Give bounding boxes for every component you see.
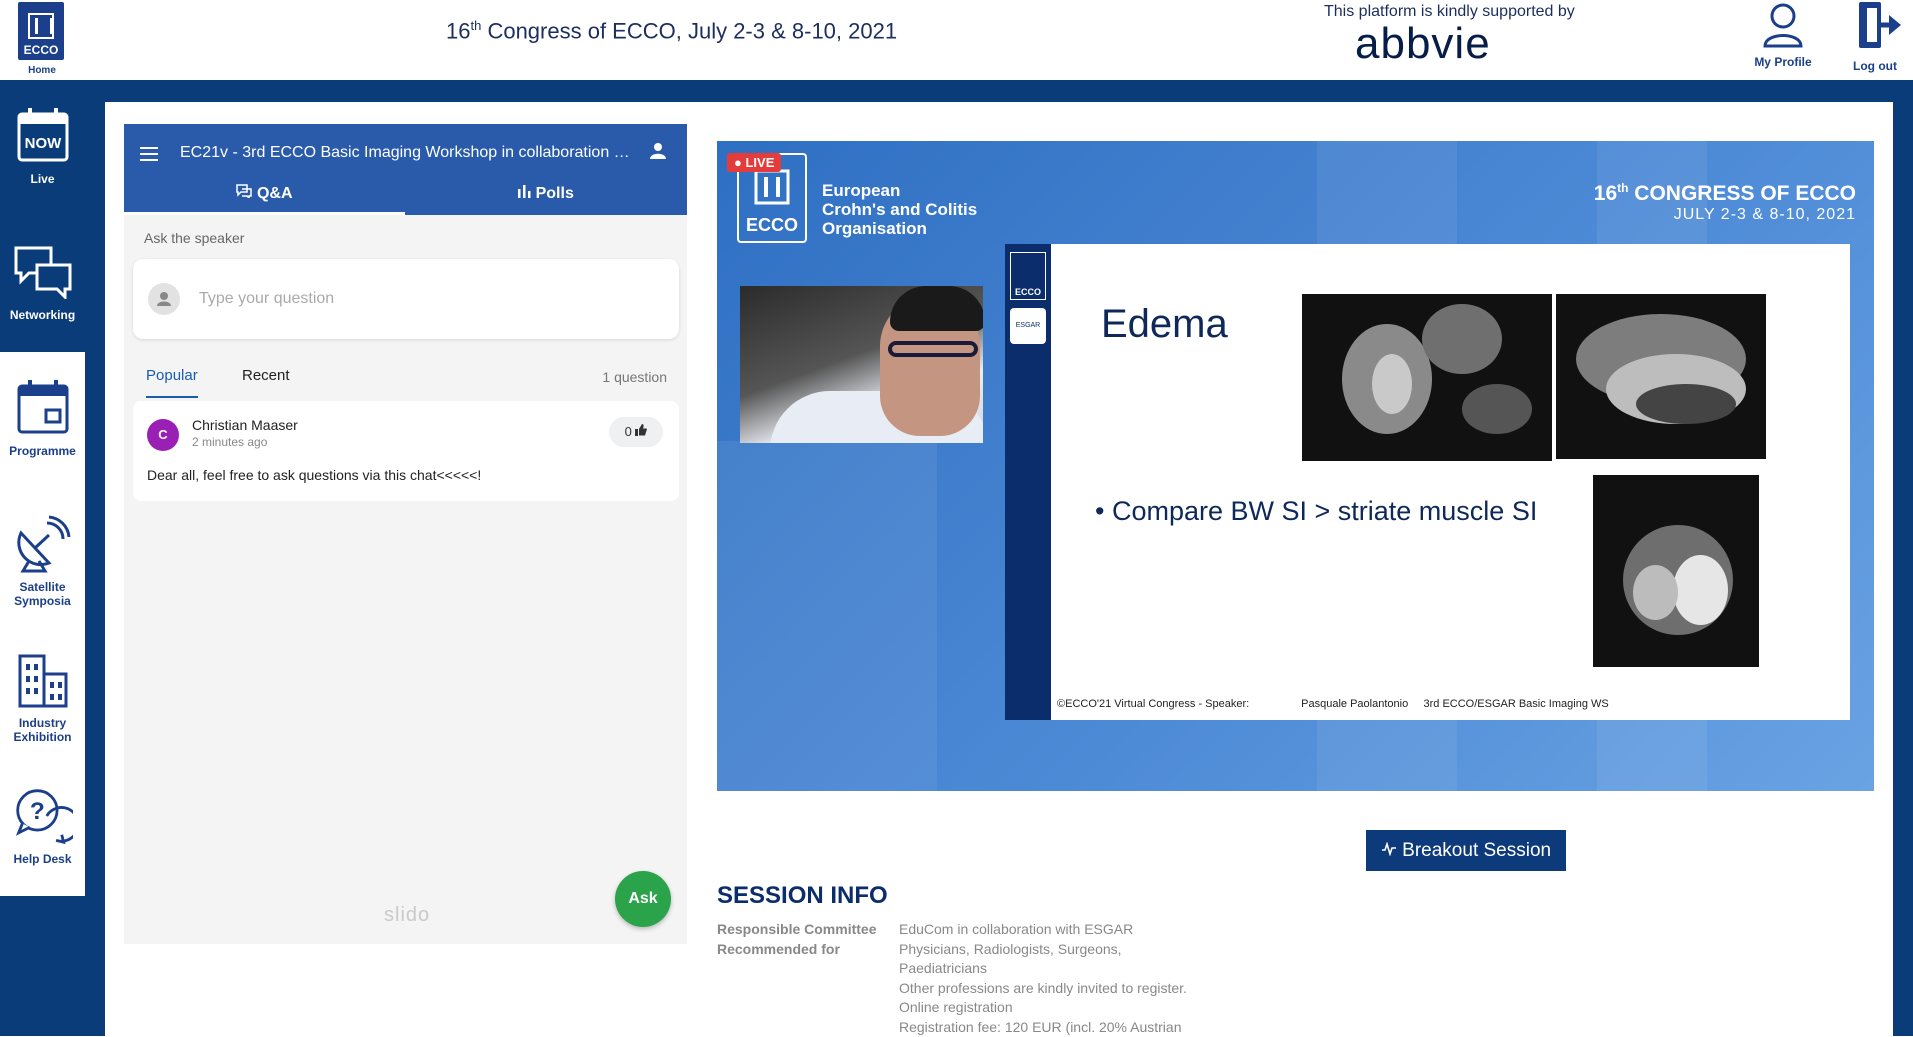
sidebar-item-networking[interactable]: Networking — [0, 216, 85, 352]
mri-image — [1302, 294, 1552, 461]
account-icon[interactable] — [649, 142, 667, 165]
question-count: 1 question — [602, 369, 667, 385]
author-name: Christian Maaser — [192, 417, 298, 433]
logout-icon — [1847, 0, 1903, 52]
sidebar-item-programme[interactable]: Programme — [0, 352, 85, 488]
qa-icon — [236, 185, 256, 202]
avatar: C — [147, 419, 179, 451]
slide-ecco-logo: ECCO — [1010, 252, 1046, 300]
sidebar-item-satellite-symposia[interactable]: Satellite Symposia — [0, 488, 85, 624]
session-info-heading: SESSION INFO — [717, 882, 888, 910]
slide-footer: ©ECCO'21 Virtual Congress - Speaker: Pas… — [1057, 698, 1609, 710]
question-card: C Christian Maaser 2 minutes ago 0 Dear … — [133, 401, 679, 501]
thumbs-up-icon — [635, 424, 647, 439]
tab-recent[interactable]: Recent — [242, 367, 290, 384]
sidebar-item-industry-exhibition[interactable]: Industry Exhibition — [0, 624, 85, 760]
logout-button[interactable]: Log out — [1840, 0, 1910, 73]
calendar-icon — [13, 378, 73, 438]
question-input[interactable] — [199, 285, 649, 313]
ask-button[interactable]: Ask — [615, 871, 671, 927]
slido-logo: slido — [384, 904, 430, 927]
ecco-logo: ECCO — [18, 2, 64, 60]
session-value: Physicians, Radiologists, Surgeons, — [899, 940, 1122, 960]
sidebar-item-label: Live — [0, 172, 85, 186]
sidebar: NOW Live Networking Programme — [0, 80, 85, 1036]
mri-image — [1556, 294, 1766, 459]
slide-sidebar: ECCO ESGAR — [1005, 244, 1051, 720]
tab-qa[interactable]: Q&A — [124, 184, 405, 215]
session-value: Other professions are kindly invited to … — [899, 979, 1187, 999]
chat-bubbles-icon — [13, 242, 73, 302]
session-value: EduCom in collaboration with ESGAR — [899, 920, 1133, 940]
slide-congress-dates: JULY 2-3 & 8-10, 2021 — [1674, 206, 1856, 224]
sidebar-item-label: Industry Exhibition — [13, 716, 73, 744]
event-title: EC21v - 3rd ECCO Basic Imaging Workshop … — [180, 144, 630, 162]
frame-right — [1893, 80, 1913, 1036]
anonymous-avatar-icon — [148, 283, 180, 315]
like-count: 0 — [625, 424, 632, 439]
top-header: ECCO Home 16th Congress of ECCO, July 2-… — [0, 0, 1913, 80]
buildings-icon — [13, 650, 73, 710]
menu-icon[interactable] — [140, 142, 160, 168]
help-bubble-icon: ? — [13, 786, 73, 846]
home-label: Home — [28, 65, 56, 76]
my-profile-label: My Profile — [1748, 55, 1818, 69]
sidebar-item-label: Satellite Symposia — [13, 580, 73, 608]
pulse-icon — [1381, 840, 1402, 861]
session-key: Recommended for — [717, 940, 840, 960]
sidebar-item-live[interactable]: NOW Live — [0, 80, 85, 216]
session-value: Online registration — [899, 998, 1013, 1018]
svg-text:NOW: NOW — [24, 135, 62, 152]
my-profile-button[interactable]: My Profile — [1748, 2, 1818, 69]
sponsor-logo[interactable]: abbvie — [1355, 22, 1491, 66]
ask-the-speaker-label: Ask the speaker — [144, 230, 244, 246]
slide-bullet: • Compare BW SI > striate muscle SI — [1095, 496, 1537, 527]
presentation-slide: ECCO ESGAR Edema • Compare BW SI > stria… — [1005, 244, 1850, 720]
question-time: 2 minutes ago — [192, 435, 267, 449]
sidebar-item-help-desk[interactable]: ? Help Desk — [0, 760, 85, 896]
session-value: Registration fee: 120 EUR (incl. 20% Aus… — [899, 1018, 1181, 1037]
slide-congress-title: 16th CONGRESS OF ECCO — [1594, 181, 1856, 206]
frame-top — [85, 80, 1913, 102]
slido-header: EC21v - 3rd ECCO Basic Imaging Workshop … — [124, 124, 687, 215]
live-badge: ● LIVE — [727, 153, 781, 172]
home-button[interactable]: ECCO Home — [18, 2, 66, 78]
logo-text: ECCO — [24, 43, 59, 57]
question-text: Dear all, feel free to ask questions via… — [147, 467, 481, 483]
org-name: European Crohn's and Colitis Organisatio… — [822, 181, 977, 238]
polls-icon — [517, 185, 535, 202]
user-icon — [1761, 2, 1805, 48]
speaker-camera — [740, 286, 983, 443]
logout-label: Log out — [1840, 59, 1910, 73]
session-key: Responsible Committee — [717, 920, 876, 940]
frame-left — [85, 80, 105, 1036]
svg-text:?: ? — [29, 798, 44, 825]
session-value: Paediatricians — [899, 959, 987, 979]
live-video-player[interactable]: ● LIVE ECCO European Crohn's and Colitis… — [717, 141, 1874, 791]
congress-title: 16th Congress of ECCO, July 2-3 & 8-10, … — [446, 18, 897, 44]
slide-esgar-logo: ESGAR — [1010, 308, 1046, 344]
sidebar-item-label: Programme — [0, 444, 85, 458]
now-calendar-icon: NOW — [13, 106, 73, 166]
like-button[interactable]: 0 — [609, 417, 663, 447]
tab-polls[interactable]: Polls — [405, 184, 686, 215]
tab-popular[interactable]: Popular — [146, 367, 198, 398]
mri-image — [1593, 475, 1759, 667]
slide-title: Edema — [1101, 302, 1228, 347]
sidebar-item-label: Networking — [0, 308, 85, 322]
slido-panel: EC21v - 3rd ECCO Basic Imaging Workshop … — [124, 124, 687, 944]
satellite-icon — [13, 514, 73, 574]
question-box — [133, 259, 679, 339]
sidebar-item-label: Help Desk — [0, 852, 85, 866]
breakout-session-button[interactable]: Breakout Session — [1366, 830, 1566, 871]
